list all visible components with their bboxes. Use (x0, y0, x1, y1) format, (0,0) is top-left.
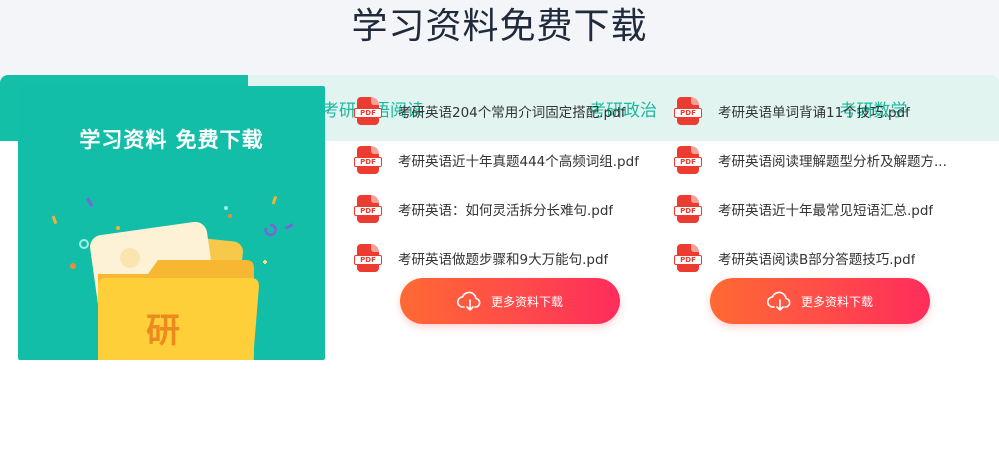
folder-character: 研 (146, 311, 180, 351)
file-name[interactable]: 考研英语近十年最常见短语汇总.pdf (718, 199, 933, 219)
cloud-download-icon (766, 291, 791, 311)
file-name[interactable]: 考研英语做题步骤和9大万能句.pdf (398, 248, 608, 268)
cloud-download-icon (456, 291, 481, 311)
page-title: 学习资料免费下载 (351, 6, 648, 47)
file-name[interactable]: 考研英语：如何灵活拆分长难句.pdf (398, 199, 613, 219)
pdf-icon: PDF (354, 145, 382, 174)
file-list-left: PDF 考研英语204个常用介词固定搭配.pdf PDF 考研英语近十年真题44… (354, 86, 654, 282)
file-item[interactable]: PDF 考研英语204个常用介词固定搭配.pdf (354, 86, 654, 135)
file-name[interactable]: 考研英语阅读B部分答题技巧.pdf (718, 248, 915, 268)
more-downloads-button-right[interactable]: 更多资料下载 (710, 278, 930, 324)
pdf-icon: PDF (354, 243, 382, 272)
promo-banner: 研 学习资料 免费下载 (18, 86, 325, 360)
file-item[interactable]: PDF 考研英语阅读理解题型分析及解题方... (674, 135, 974, 184)
more-downloads-label: 更多资料下载 (490, 294, 563, 309)
file-name[interactable]: 考研英语204个常用介词固定搭配.pdf (398, 101, 625, 121)
file-item[interactable]: PDF 考研英语单词背诵11个技巧.pdf (674, 86, 974, 135)
banner-text: 学习资料 免费下载 (79, 128, 264, 152)
file-item[interactable]: PDF 考研英语：如何灵活拆分长难句.pdf (354, 184, 654, 233)
pdf-icon: PDF (674, 145, 702, 174)
pdf-icon: PDF (674, 96, 702, 125)
pdf-icon: PDF (354, 96, 382, 125)
file-item[interactable]: PDF 考研英语近十年真题444个高频词组.pdf (354, 135, 654, 184)
file-name[interactable]: 考研英语近十年真题444个高频词组.pdf (398, 150, 639, 170)
file-item[interactable]: PDF 考研英语阅读B部分答题技巧.pdf (674, 233, 974, 282)
pdf-icon: PDF (674, 194, 702, 223)
more-downloads-label: 更多资料下载 (800, 294, 873, 309)
file-name[interactable]: 考研英语单词背诵11个技巧.pdf (718, 101, 910, 121)
file-item[interactable]: PDF 考研英语做题步骤和9大万能句.pdf (354, 233, 654, 282)
file-list-right: PDF 考研英语单词背诵11个技巧.pdf PDF 考研英语阅读理解题型分析及解… (674, 86, 974, 282)
file-item[interactable]: PDF 考研英语近十年最常见短语汇总.pdf (674, 184, 974, 233)
more-downloads-button-left[interactable]: 更多资料下载 (400, 278, 620, 324)
file-name[interactable]: 考研英语阅读理解题型分析及解题方... (718, 150, 947, 170)
pdf-icon: PDF (354, 194, 382, 223)
pdf-icon: PDF (674, 243, 702, 272)
